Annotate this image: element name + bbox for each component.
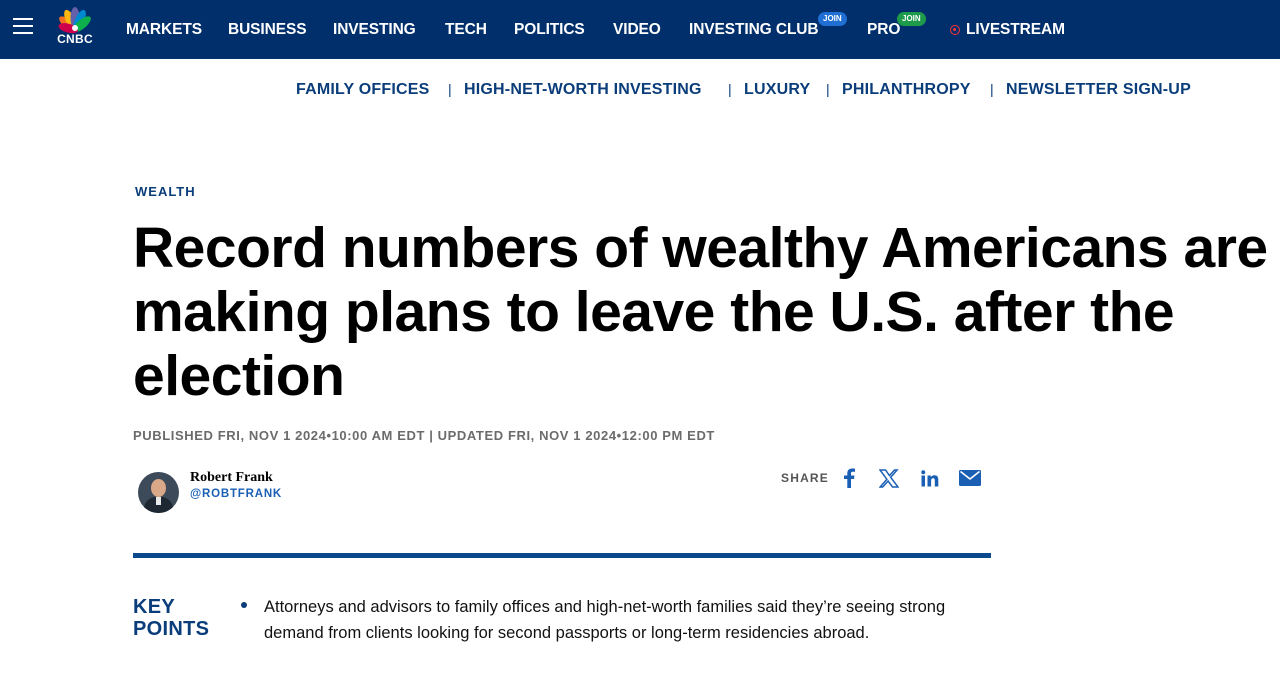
bullet-icon <box>241 602 247 608</box>
nav-item-markets[interactable]: MARKETS <box>126 21 202 39</box>
share-label: SHARE <box>781 471 830 485</box>
join-badge-pro[interactable]: JOIN <box>897 12 926 26</box>
subnav-separator: | <box>448 81 452 97</box>
logo-wordmark: CNBC <box>57 32 93 46</box>
section-kicker[interactable]: WEALTH <box>135 184 196 199</box>
top-nav-bar: CNBC MARKETS BUSINESS INVESTING TECH POL… <box>0 0 1280 59</box>
subnav-separator: | <box>728 81 732 97</box>
menu-icon[interactable] <box>13 17 35 35</box>
subnav-luxury[interactable]: LUXURY <box>744 81 810 99</box>
subnav-separator: | <box>990 81 994 97</box>
linkedin-icon[interactable] <box>918 465 942 491</box>
subnav-newsletter-signup[interactable]: NEWSLETTER SIGN-UP <box>1006 81 1191 99</box>
nav-item-investing[interactable]: INVESTING <box>333 21 416 39</box>
author-avatar[interactable] <box>138 472 179 513</box>
key-points-label-text: KEY POINTS <box>133 596 210 640</box>
subnav-philanthropy[interactable]: PHILANTHROPY <box>842 81 971 99</box>
nav-item-livestream[interactable]: LIVESTREAM <box>966 21 1065 39</box>
email-icon[interactable] <box>958 465 982 491</box>
key-point-item: Attorneys and advisors to family offices… <box>264 598 946 642</box>
subnav-family-offices[interactable]: FAMILY OFFICES <box>296 81 430 99</box>
section-divider <box>133 553 991 558</box>
article-timestamps: PUBLISHED FRI, NOV 1 2024•10:00 AM EDT |… <box>133 428 715 443</box>
nav-item-video[interactable]: VIDEO <box>613 21 661 39</box>
join-badge-club[interactable]: JOIN <box>818 12 847 26</box>
live-indicator-icon <box>950 25 960 35</box>
nav-item-politics[interactable]: POLITICS <box>514 21 585 39</box>
key-points-label: KEY POINTS <box>133 596 223 640</box>
article-headline: Record numbers of wealthy Americans are … <box>133 216 1268 408</box>
nav-item-business[interactable]: BUSINESS <box>228 21 307 39</box>
nav-item-investing-club[interactable]: INVESTING CLUB <box>689 21 819 39</box>
peacock-icon <box>58 7 91 34</box>
x-icon[interactable] <box>877 465 901 491</box>
nav-item-tech[interactable]: TECH <box>445 21 487 39</box>
cnbc-logo[interactable]: CNBC <box>50 6 100 48</box>
facebook-icon[interactable] <box>837 465 861 491</box>
author-twitter-handle[interactable]: @ROBTFRANK <box>190 488 282 500</box>
subnav-high-net-worth-investing[interactable]: HIGH-NET-WORTH INVESTING <box>464 81 702 99</box>
nav-item-pro[interactable]: PRO <box>867 21 900 39</box>
subnav-separator: | <box>826 81 830 97</box>
author-name[interactable]: Robert Frank <box>190 470 273 486</box>
